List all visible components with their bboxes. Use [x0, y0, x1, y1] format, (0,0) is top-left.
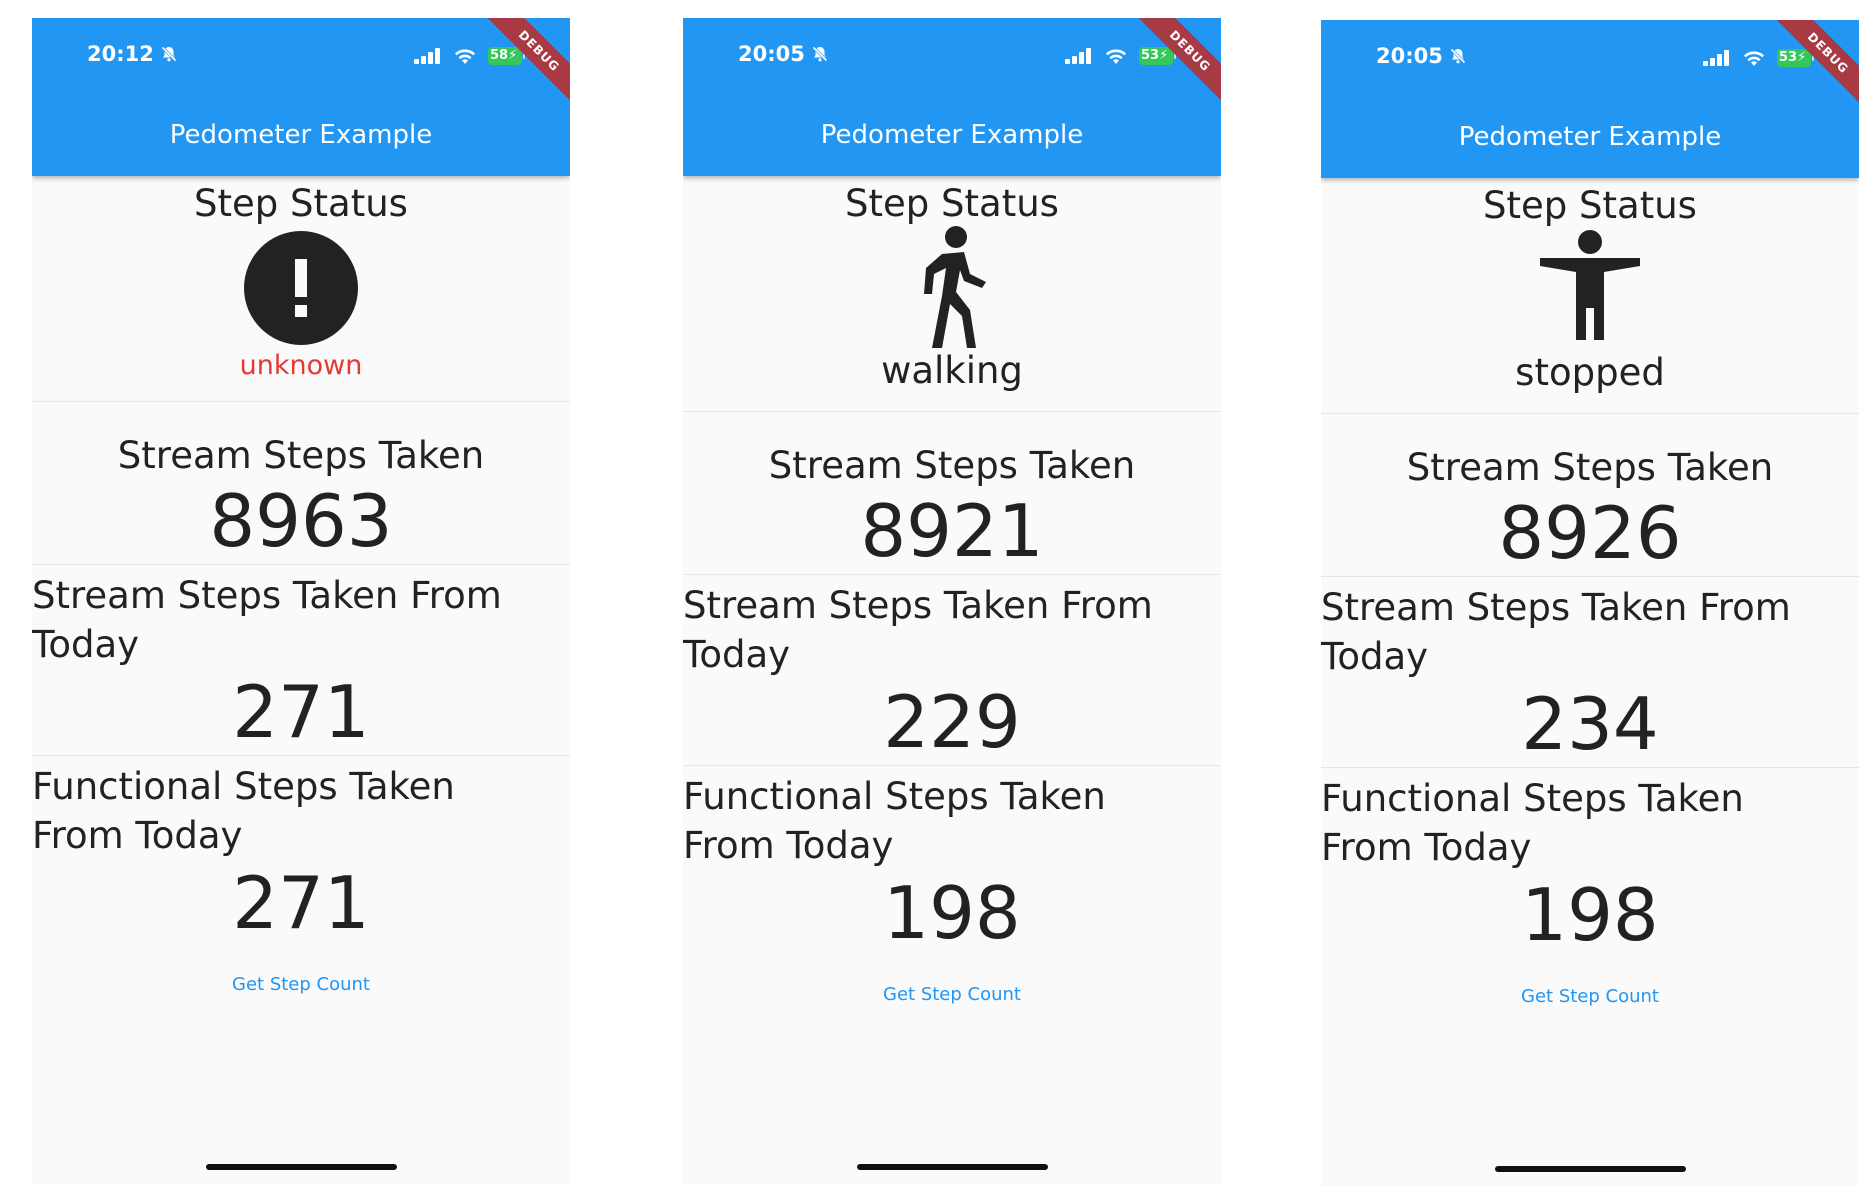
- status-icon-container: [1321, 228, 1859, 351]
- get-step-count-button[interactable]: Get Step Count: [1509, 980, 1671, 1013]
- phone-screen-stopped: 20:05 53⚡ DEBUG Pedometer Example Step S…: [1321, 20, 1859, 1186]
- debug-banner: DEBUG: [1765, 20, 1859, 116]
- status-bar-time: 20:05: [1376, 44, 1467, 68]
- status-bar-time: 20:05: [738, 42, 829, 66]
- debug-banner: DEBUG: [1127, 18, 1221, 114]
- step-status-value: unknown: [239, 350, 363, 381]
- wifi-icon: [1106, 49, 1126, 64]
- phone-screen-unknown: 20:12 58⚡ DEBUG Pedometer Example Step S…: [32, 18, 570, 1184]
- wifi-icon: [455, 49, 475, 64]
- cellular-signal-icon: [1065, 48, 1091, 64]
- app-bar: 20:05 53⚡ DEBUG Pedometer Example: [1321, 20, 1859, 178]
- functional-today-value: 271: [232, 861, 370, 945]
- functional-today-title: Functional Steps Taken From Today: [683, 775, 1106, 867]
- standing-person-icon: [1540, 230, 1640, 340]
- stream-today-value: 271: [232, 670, 370, 754]
- stream-steps-title: Stream Steps Taken: [1406, 446, 1774, 489]
- functional-today-value: 198: [883, 871, 1021, 955]
- get-step-count-button[interactable]: Get Step Count: [220, 968, 382, 1001]
- stream-steps-title: Stream Steps Taken: [117, 434, 485, 477]
- debug-banner: DEBUG: [476, 18, 570, 114]
- cellular-signal-icon: [414, 48, 440, 64]
- stream-today-value: 234: [1521, 682, 1659, 766]
- main-content: Step Status unknown Stream Steps Taken 8…: [32, 176, 570, 1001]
- stream-today-title: Stream Steps Taken From Today: [683, 584, 1153, 676]
- app-title: Pedometer Example: [820, 120, 1084, 150]
- get-step-count-button[interactable]: Get Step Count: [871, 978, 1033, 1011]
- battery-icon: 53⚡: [1777, 49, 1814, 67]
- step-status-title: Step Status: [194, 182, 408, 225]
- home-indicator[interactable]: [1495, 1166, 1686, 1172]
- error-icon: [244, 230, 358, 345]
- functional-today-title: Functional Steps Taken From Today: [32, 765, 455, 857]
- step-status-title: Step Status: [845, 182, 1059, 225]
- stream-today-title: Stream Steps Taken From Today: [32, 574, 502, 666]
- bell-slash-icon: [812, 46, 828, 62]
- step-status-value: walking: [881, 349, 1023, 392]
- stream-steps-title: Stream Steps Taken: [768, 444, 1136, 487]
- cellular-signal-icon: [1703, 50, 1729, 66]
- stream-today-title: Stream Steps Taken From Today: [1321, 586, 1791, 678]
- status-bar-time: 20:12: [87, 42, 178, 66]
- bell-slash-icon: [1450, 48, 1466, 64]
- app-title: Pedometer Example: [169, 120, 433, 150]
- app-bar: 20:12 58⚡ DEBUG Pedometer Example: [32, 18, 570, 176]
- battery-icon: 58⚡: [488, 47, 525, 65]
- bell-slash-icon: [161, 46, 177, 62]
- stream-steps-value: 8921: [860, 489, 1044, 573]
- phone-screen-walking: 20:05 53⚡ DEBUG Pedometer Example Step S…: [683, 18, 1221, 1184]
- stream-steps-value: 8963: [209, 479, 393, 563]
- home-indicator[interactable]: [857, 1164, 1048, 1170]
- app-bar: 20:05 53⚡ DEBUG Pedometer Example: [683, 18, 1221, 176]
- wifi-icon: [1744, 51, 1764, 66]
- walking-person-icon: [924, 226, 986, 348]
- main-content: Step Status stopped Stream Steps Taken 8…: [1321, 178, 1859, 1013]
- step-status-title: Step Status: [1483, 184, 1697, 227]
- functional-today-title: Functional Steps Taken From Today: [1321, 777, 1744, 869]
- stream-today-value: 229: [883, 680, 1021, 764]
- battery-icon: 53⚡: [1139, 47, 1176, 65]
- stream-steps-value: 8926: [1498, 491, 1682, 575]
- status-icon-container: [32, 226, 570, 349]
- home-indicator[interactable]: [206, 1164, 397, 1170]
- main-content: Step Status walking Stream Steps Taken 8…: [683, 176, 1221, 1011]
- functional-today-value: 198: [1521, 873, 1659, 957]
- step-status-value: stopped: [1515, 351, 1665, 394]
- status-icon-container: [683, 226, 1221, 349]
- app-title: Pedometer Example: [1458, 122, 1722, 152]
